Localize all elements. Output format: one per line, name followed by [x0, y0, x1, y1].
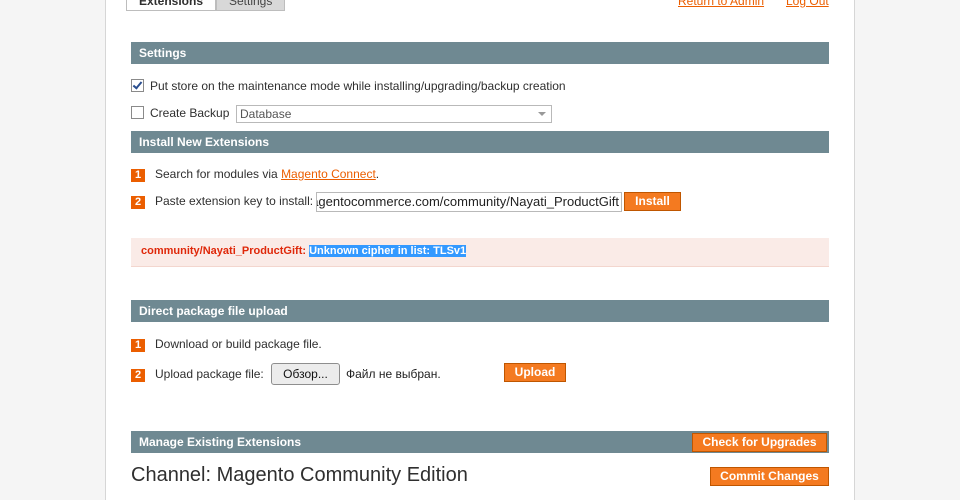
create-backup-checkbox[interactable]	[131, 106, 144, 119]
install-step2-text: Paste extension key to install:	[155, 194, 314, 208]
step-number-badge: 2	[131, 369, 145, 382]
install-step-1: 1 Search for modules via Magento Connect.	[131, 166, 379, 182]
extension-key-input[interactable]: http://connect20.magentocommerce.com/com…	[316, 192, 622, 212]
chevron-down-icon	[538, 112, 546, 116]
upload-step-1: 1 Download or build package file.	[131, 336, 322, 352]
error-prefix: community/Nayati_ProductGift:	[141, 245, 310, 257]
upload-step1-text: Download or build package file.	[155, 337, 322, 351]
commit-changes-button[interactable]: Commit Changes	[710, 467, 829, 486]
tab-settings[interactable]: Settings	[216, 0, 286, 11]
tab-extensions[interactable]: Extensions	[126, 0, 217, 11]
logout-link[interactable]: Log Out	[786, 0, 829, 8]
install-section-header: Install New Extensions	[131, 131, 829, 153]
install-button[interactable]: Install	[624, 192, 681, 211]
error-text: Unknown cipher in list: TLSv1	[309, 245, 467, 257]
manage-section-title: Manage Existing Extensions	[139, 435, 302, 449]
extension-key-value: http://connect20.magentocommerce.com/com…	[317, 194, 619, 209]
backup-row: Create Backup	[131, 105, 229, 121]
magento-connect-link[interactable]: Magento Connect	[281, 167, 376, 181]
backup-type-select[interactable]: Database	[236, 105, 552, 123]
install-step-2: 2 Paste extension key to install:	[131, 193, 313, 209]
step-number-badge: 1	[131, 339, 145, 352]
install-step1-end: .	[375, 167, 380, 181]
maintenance-row: Put store on the maintenance mode while …	[131, 78, 566, 94]
connect-manager-page: Extensions Settings Return to Admin Log …	[105, 0, 855, 500]
create-backup-label: Create Backup	[150, 106, 230, 120]
channel-title: Channel: Magento Community Edition	[131, 464, 468, 486]
upload-button[interactable]: Upload	[504, 363, 566, 382]
upload-step2-text: Upload package file:	[155, 367, 264, 381]
install-step1-text: Search for modules via	[155, 167, 282, 181]
error-message: community/Nayati_ProductGift: Unknown ci…	[131, 238, 829, 267]
file-status-text: Файл не выбран.	[346, 367, 441, 381]
return-to-admin-link[interactable]: Return to Admin	[678, 0, 764, 8]
browse-file-button[interactable]: Обзор...	[271, 363, 340, 385]
upload-step-2: 2 Upload package file:	[131, 366, 264, 382]
maintenance-label: Put store on the maintenance mode while …	[150, 79, 566, 93]
settings-section-header: Settings	[131, 42, 829, 64]
step-number-badge: 2	[131, 196, 145, 209]
upload-section-header: Direct package file upload	[131, 300, 829, 322]
check-for-upgrades-button[interactable]: Check for Upgrades	[692, 433, 827, 452]
step-number-badge: 1	[131, 169, 145, 182]
maintenance-checkbox[interactable]	[131, 79, 144, 92]
backup-type-value: Database	[240, 107, 292, 121]
